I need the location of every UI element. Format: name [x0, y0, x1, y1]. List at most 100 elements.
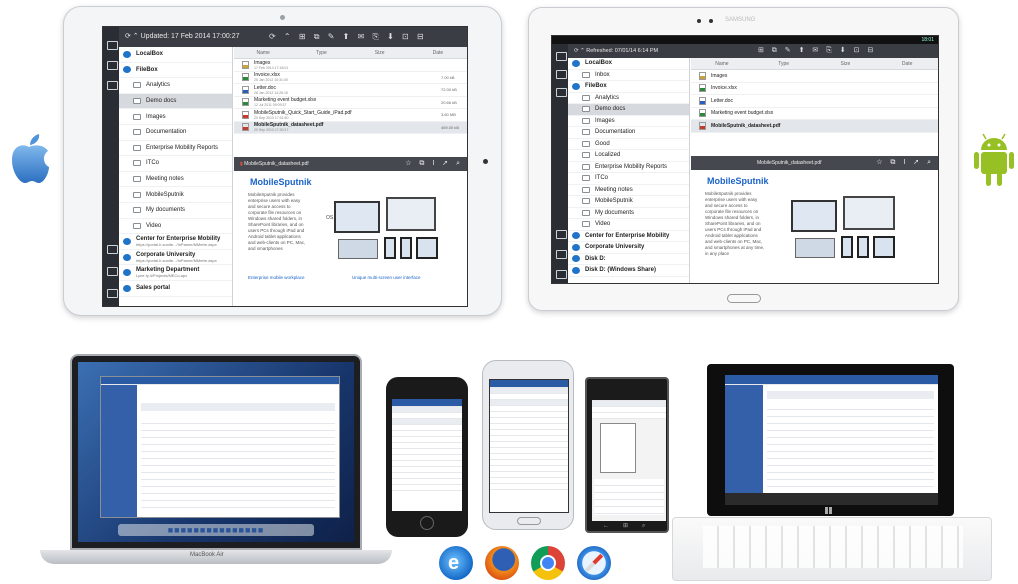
tree-item[interactable]: Documentation	[119, 125, 232, 141]
column-header-name[interactable]: Name	[691, 61, 753, 67]
column-header-type[interactable]: Type	[292, 50, 350, 56]
column-header-type[interactable]: Type	[753, 61, 815, 67]
tree-item[interactable]: Images	[568, 116, 689, 127]
folder-icon	[582, 129, 590, 136]
tree-item[interactable]: Center for Enterprise Mobility	[568, 231, 689, 242]
iphone-home-button[interactable]	[420, 516, 434, 530]
file-row[interactable]: Invoice.xlsx 25 Jan 2012 10:31:00 7.00 kB	[234, 72, 467, 84]
tools-icon[interactable]	[107, 267, 118, 276]
tree-item[interactable]: Localized	[568, 150, 689, 162]
file-row[interactable]: Letter.doc 26 Jan 2012 14:26:15 72.00 kB	[234, 84, 467, 97]
ipad-preview-link-1[interactable]: Enterprise mobile workplace	[248, 275, 305, 280]
folder-icon[interactable]	[107, 81, 118, 90]
tree-item[interactable]: Sales portal	[119, 281, 232, 297]
tree-item[interactable]: MobileSputnik	[119, 187, 232, 203]
library-icon[interactable]	[556, 52, 567, 61]
folder-icon	[582, 186, 590, 193]
tree-item[interactable]: My documents	[568, 208, 689, 219]
tree-item[interactable]: Enterprise Mobility Reports	[568, 162, 689, 173]
ipad-preview-pane: ▮ MobileSputnik_datasheet.pdf ☆ ⧉ I ➚ ⌕ …	[234, 157, 467, 306]
macbook-dock[interactable]: ■■■■■■■■■■■■■■■	[118, 524, 314, 536]
android-home-button[interactable]	[727, 294, 761, 303]
file-size: 20.66 kB	[441, 99, 457, 105]
tree-item[interactable]: LocalBox	[568, 58, 689, 70]
tree-item[interactable]: Center for Enterprise Mobility https://po…	[119, 234, 232, 250]
tree-item[interactable]: Analytics	[119, 78, 232, 94]
file-row[interactable]: Marketing event budget.xlsx 12 Jul 2011 0…	[234, 97, 467, 109]
tree-item[interactable]: MobileSputnik	[568, 196, 689, 208]
tree-item[interactable]: Demo docs	[119, 93, 232, 110]
list-view-icon[interactable]	[107, 61, 118, 70]
ipad-home-button[interactable]	[483, 159, 488, 164]
file-name: Letter.doc	[254, 84, 276, 91]
folder-icon	[582, 94, 590, 101]
tree-item[interactable]: Documentation	[568, 127, 689, 139]
refresh-icon[interactable]: ⟳ ⌃	[125, 33, 141, 40]
tree-item[interactable]: ITCo	[568, 173, 689, 185]
android-preview-pane: MobileSputnik_datasheet.pdf ☆ ⧉ I ➚ ⌕ Mo…	[691, 156, 938, 283]
tree-item[interactable]: FileBox	[568, 81, 689, 93]
column-header-size[interactable]: Size	[815, 61, 877, 67]
tree-item-label: Images	[146, 113, 166, 120]
tree-item[interactable]: ITCo	[119, 156, 232, 172]
ipad-preview-actions[interactable]: ☆ ⧉ I ➚ ⌕	[405, 157, 463, 171]
tree-item[interactable]: My documents	[119, 203, 232, 219]
tree-item[interactable]: Demo docs	[568, 104, 689, 116]
file-type-icon	[699, 71, 706, 80]
column-header-date[interactable]: Date	[409, 50, 467, 56]
iphone-device	[386, 377, 468, 537]
windows-logo-icon[interactable]	[825, 507, 833, 514]
tree-item[interactable]: Video	[568, 219, 689, 231]
file-row[interactable]: Images 17 Feb 2014 17:18:01	[234, 59, 467, 72]
tree-item[interactable]: Enterprise Mobility Reports	[119, 141, 232, 157]
folder-icon[interactable]	[556, 88, 567, 97]
tools-icon[interactable]	[556, 250, 567, 259]
list-view-icon[interactable]	[556, 70, 567, 79]
file-row[interactable]: MobileSputnik_Quick_Start_Guide_iPad.pdf…	[234, 109, 467, 122]
column-header-name[interactable]: Name	[234, 50, 292, 56]
file-row[interactable]: Invoice.xlsx	[691, 83, 938, 95]
tree-item[interactable]: Disk D: (Windows Share)	[568, 265, 689, 277]
windows-phone-nav-keys[interactable]: ←⊞⌕	[603, 522, 659, 530]
ipad-preview-link-2[interactable]: Unique multi-screen user interface	[352, 275, 421, 280]
tree-item[interactable]: Marketing Department Lyne.fy.4/Projects/M…	[119, 265, 232, 281]
tree-item-label: LocalBox	[136, 51, 164, 58]
layers-icon[interactable]	[107, 289, 118, 298]
windows-tablet-address-bar[interactable]	[725, 493, 938, 505]
tree-item[interactable]: Analytics	[568, 93, 689, 104]
tree-item[interactable]: FileBox	[119, 63, 232, 79]
android-toolbar-icons[interactable]: ⊞ ⧉ ✎ ⬆ ✉ ⎘ ⬇ ⊡ ⊟	[758, 44, 876, 58]
grid-icon[interactable]	[556, 230, 567, 239]
storage-icon	[572, 82, 580, 90]
android-side-rail	[552, 44, 568, 283]
layers-icon[interactable]	[556, 270, 567, 279]
ipad-toolbar-icons[interactable]: ⟳ ⌃ ⊞ ⧉ ✎ ⬆ ✉ ⎘ ⬇ ⊡ ⊟	[269, 27, 427, 47]
folder-icon	[582, 140, 590, 147]
tree-item[interactable]: Corporate University https://portal.h.sun…	[119, 250, 232, 266]
file-size: 459.00 kB	[441, 124, 460, 130]
file-row[interactable]: Images	[691, 70, 938, 83]
file-date: 17 Feb 2014 17:18:01	[254, 65, 289, 70]
tree-item[interactable]: Meeting notes	[119, 172, 232, 188]
grid-icon[interactable]	[107, 245, 118, 254]
file-row[interactable]: MobileSputnik_datasheet.pdf 20 Sep 2013 1…	[234, 121, 467, 134]
tree-item[interactable]: Good	[568, 139, 689, 150]
refresh-icon[interactable]: ⟳ ⌃	[574, 48, 586, 54]
tree-item[interactable]: Corporate University	[568, 242, 689, 254]
file-row[interactable]: Marketing event budget.xlsx	[691, 108, 938, 120]
file-row[interactable]: MobileSputnik_datasheet.pdf	[691, 120, 938, 133]
tree-item[interactable]: Disk D:	[568, 254, 689, 265]
column-header-date[interactable]: Date	[876, 61, 938, 67]
file-row[interactable]: Letter.doc	[691, 95, 938, 108]
tree-item[interactable]: Inbox	[568, 70, 689, 81]
android-preview-actions[interactable]: ☆ ⧉ I ➚ ⌕	[876, 156, 934, 170]
globe-icon	[572, 243, 580, 251]
library-icon[interactable]	[107, 41, 118, 50]
tree-item[interactable]: Images	[119, 109, 232, 125]
file-date: 20 Sep 2013 17:00:17	[254, 128, 289, 133]
tree-item[interactable]: Meeting notes	[568, 185, 689, 196]
tree-item[interactable]: Video	[119, 219, 232, 235]
samsung-home-button[interactable]	[517, 517, 541, 525]
tree-item[interactable]: LocalBox	[119, 47, 232, 63]
column-header-size[interactable]: Size	[351, 50, 409, 56]
